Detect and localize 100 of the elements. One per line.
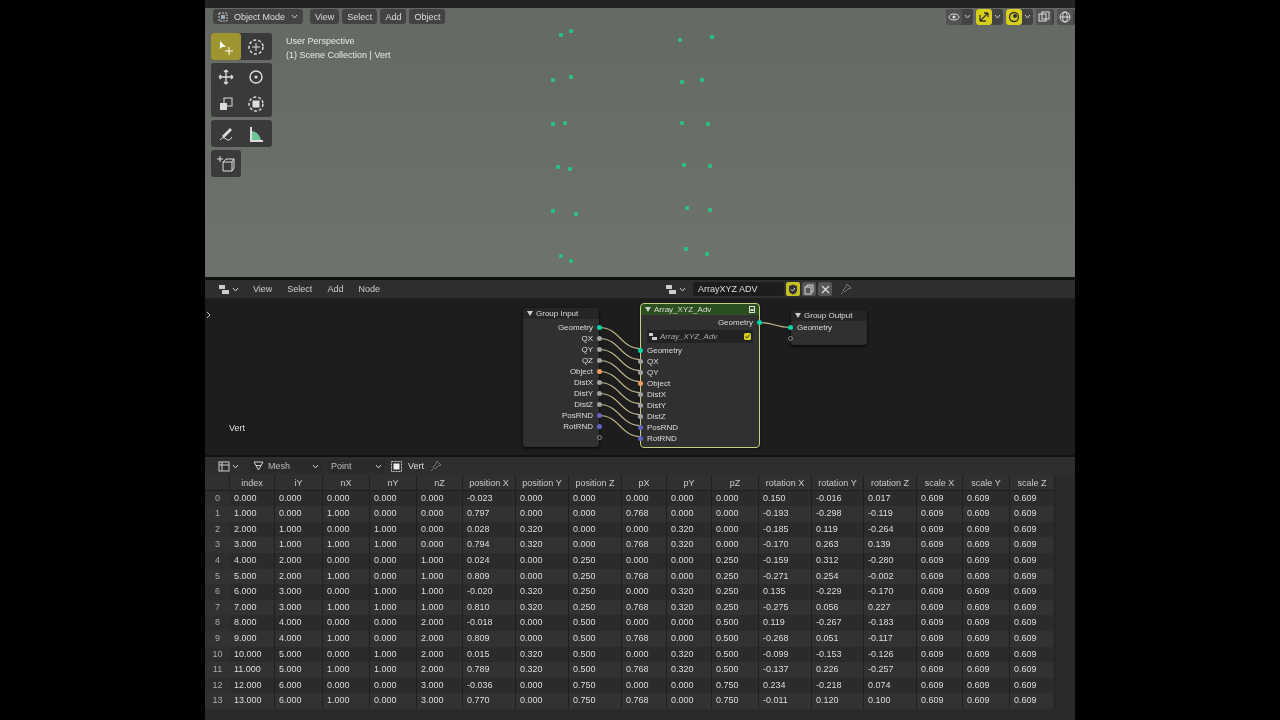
viewport-toggle-button[interactable]	[976, 8, 1003, 25]
menu-button[interactable]: Node	[352, 282, 386, 296]
node-tree-name-field[interactable]: ArrayXYZ ADV	[693, 282, 784, 296]
table-cell: -0.298	[812, 506, 864, 522]
socket-dot[interactable]	[638, 381, 643, 386]
socket-dot[interactable]	[597, 369, 602, 374]
socket-dot[interactable]	[638, 414, 643, 419]
column-header[interactable]: rotation Z	[864, 475, 917, 491]
domain-dropdown[interactable]: Mesh	[250, 459, 322, 473]
column-header[interactable]: iY	[275, 475, 323, 491]
socket-dot[interactable]	[788, 325, 793, 330]
socket-dot[interactable]	[638, 348, 643, 353]
menu-button[interactable]: Add	[321, 282, 350, 296]
table-cell: 0.609	[963, 693, 1010, 709]
column-header[interactable]: position Z	[569, 475, 622, 491]
pin-icon[interactable]	[430, 460, 442, 472]
viewport-toggle-button[interactable]	[1006, 8, 1033, 25]
socket-dot[interactable]	[638, 436, 643, 441]
column-header[interactable]: index	[230, 475, 275, 491]
socket-label: DistX	[647, 389, 667, 400]
table-cell: 0.320	[667, 537, 712, 553]
collapse-arrow-icon[interactable]	[645, 307, 651, 312]
caret-icon	[375, 463, 382, 469]
socket-dot[interactable]	[638, 359, 643, 364]
socket-dot[interactable]	[597, 402, 602, 407]
table-cell: 0.000	[712, 537, 759, 553]
table-cell: 0.500	[712, 662, 759, 678]
table-cell: 2.000	[417, 662, 463, 678]
table-cell: 0.750	[569, 693, 622, 709]
table-cell: 0.000	[370, 506, 417, 522]
socket-label: QY	[647, 367, 659, 378]
3d-viewport[interactable]: Object Mode View Select Add Object User Perspective (1) Scene Collection | Vert	[205, 8, 1075, 277]
socket-dot[interactable]	[597, 325, 602, 330]
menu-button[interactable]: Select	[281, 282, 319, 296]
table-cell: 0.609	[917, 693, 963, 709]
socket-dot[interactable]	[757, 320, 762, 325]
socket-dot[interactable]	[597, 380, 602, 385]
socket-dot[interactable]	[597, 391, 602, 396]
socket-label: Geometry	[557, 322, 593, 333]
socket-label: RotRND	[563, 421, 593, 432]
column-header[interactable]: rotation X	[759, 475, 812, 491]
socket-dot[interactable]	[597, 424, 602, 429]
collapse-arrow-icon[interactable]	[795, 313, 801, 318]
mode-dropdown[interactable]: Object Mode	[213, 9, 303, 24]
column-header[interactable]: scale Z	[1010, 475, 1055, 491]
group-node[interactable]: Array_XYZ_Adv Geometry Array_XYZ_Adv Geometry QX QY Object DistX DistY DistZ PosRND RotRND	[641, 304, 759, 447]
socket-label: Geometry	[647, 345, 683, 356]
close-button[interactable]	[818, 282, 832, 296]
collapse-arrow-icon[interactable]	[527, 311, 533, 316]
object-icon	[391, 460, 402, 472]
pin-icon[interactable]	[840, 283, 852, 295]
table-cell: 0.000	[667, 506, 712, 522]
column-header[interactable]: scale Y	[963, 475, 1010, 491]
column-header[interactable]: nZ	[417, 475, 463, 491]
column-header[interactable]: position Y	[516, 475, 569, 491]
viewport-toggle-button[interactable]	[946, 8, 973, 25]
column-header[interactable]: nX	[323, 475, 370, 491]
row-number: 13	[205, 693, 230, 709]
table-cell: 0.609	[963, 662, 1010, 678]
table-cell: 0.320	[516, 537, 569, 553]
column-header[interactable]: position X	[463, 475, 516, 491]
menu-button[interactable]: View	[247, 282, 279, 296]
node-group-selector[interactable]: Array_XYZ_Adv	[647, 330, 753, 343]
column-header[interactable]: nY	[370, 475, 417, 491]
socket-dot[interactable]	[597, 336, 602, 341]
menu-button[interactable]: Object	[409, 9, 446, 24]
socket-dot[interactable]	[638, 392, 643, 397]
table-cell: 3.000	[230, 537, 275, 553]
socket-dot[interactable]	[638, 370, 643, 375]
socket-dot[interactable]	[638, 403, 643, 408]
table-cell: 0.609	[917, 662, 963, 678]
table-cell: 0.797	[463, 506, 516, 522]
viewport-info-text: User Perspective	[286, 35, 356, 48]
column-header[interactable]: rotation Y	[812, 475, 864, 491]
duplicate-button[interactable]	[802, 282, 816, 296]
table-cell: 0.789	[463, 662, 516, 678]
socket-label: Geometry	[717, 317, 753, 328]
column-header[interactable]: pY	[667, 475, 712, 491]
menu-button[interactable]: Add	[380, 9, 407, 24]
socket-dot[interactable]	[597, 413, 602, 418]
socket-label: QY	[581, 344, 593, 355]
chevron-right-icon[interactable]	[206, 311, 212, 319]
socket-dot[interactable]	[638, 425, 643, 430]
column-header[interactable]: pX	[622, 475, 667, 491]
table-cell: 1.000	[323, 662, 370, 678]
group-input-node[interactable]: Group Input Geometry QX QY QZ Object DistX DistY DistZ PosRND RotRND	[523, 308, 599, 447]
menu-button[interactable]: Select	[342, 9, 378, 24]
socket-dot[interactable]	[597, 358, 602, 363]
column-header[interactable]: pZ	[712, 475, 759, 491]
table-cell: 0.320	[667, 662, 712, 678]
menu-button[interactable]: View	[310, 9, 340, 24]
table-cell: -0.257	[864, 662, 917, 678]
socket-dot[interactable]	[597, 347, 602, 352]
caret-icon	[232, 286, 239, 292]
socket-label: QX	[581, 333, 593, 344]
column-header[interactable]: scale X	[917, 475, 963, 491]
close-icon	[820, 284, 830, 294]
element-dropdown[interactable]: Point	[328, 459, 385, 473]
group-output-node[interactable]: Group Output Geometry	[791, 310, 867, 345]
table-cell: 11.000	[230, 662, 275, 678]
